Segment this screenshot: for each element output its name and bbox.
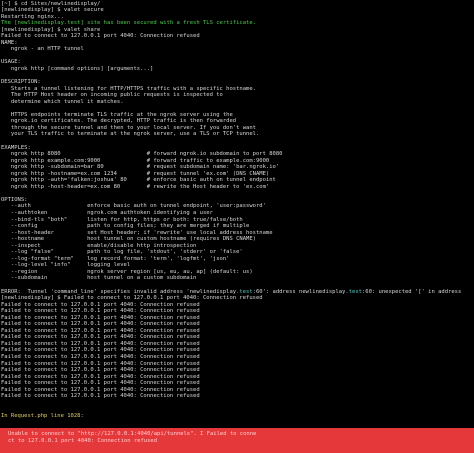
error-message-line-2: ct to 127.0.0.1 port 4040: Connection re… (8, 438, 158, 444)
tld-highlight: .test (345, 288, 362, 295)
tld-highlight: .test (236, 288, 253, 295)
terminal-output: [~] $ cd Sites/newlinedisplay/[newlinedi… (1, 1, 474, 420)
error-message-line-1: Unable to connect to "http://127.0.0.1:4… (8, 431, 257, 437)
error-banner: Unable to connect to "http://127.0.0.1:4… (0, 428, 474, 453)
terminal-line: In Request.php line 1028: (1, 412, 84, 419)
terminal-window[interactable]: [~] $ cd Sites/newlinedisplay/[newlinedi… (0, 0, 474, 453)
